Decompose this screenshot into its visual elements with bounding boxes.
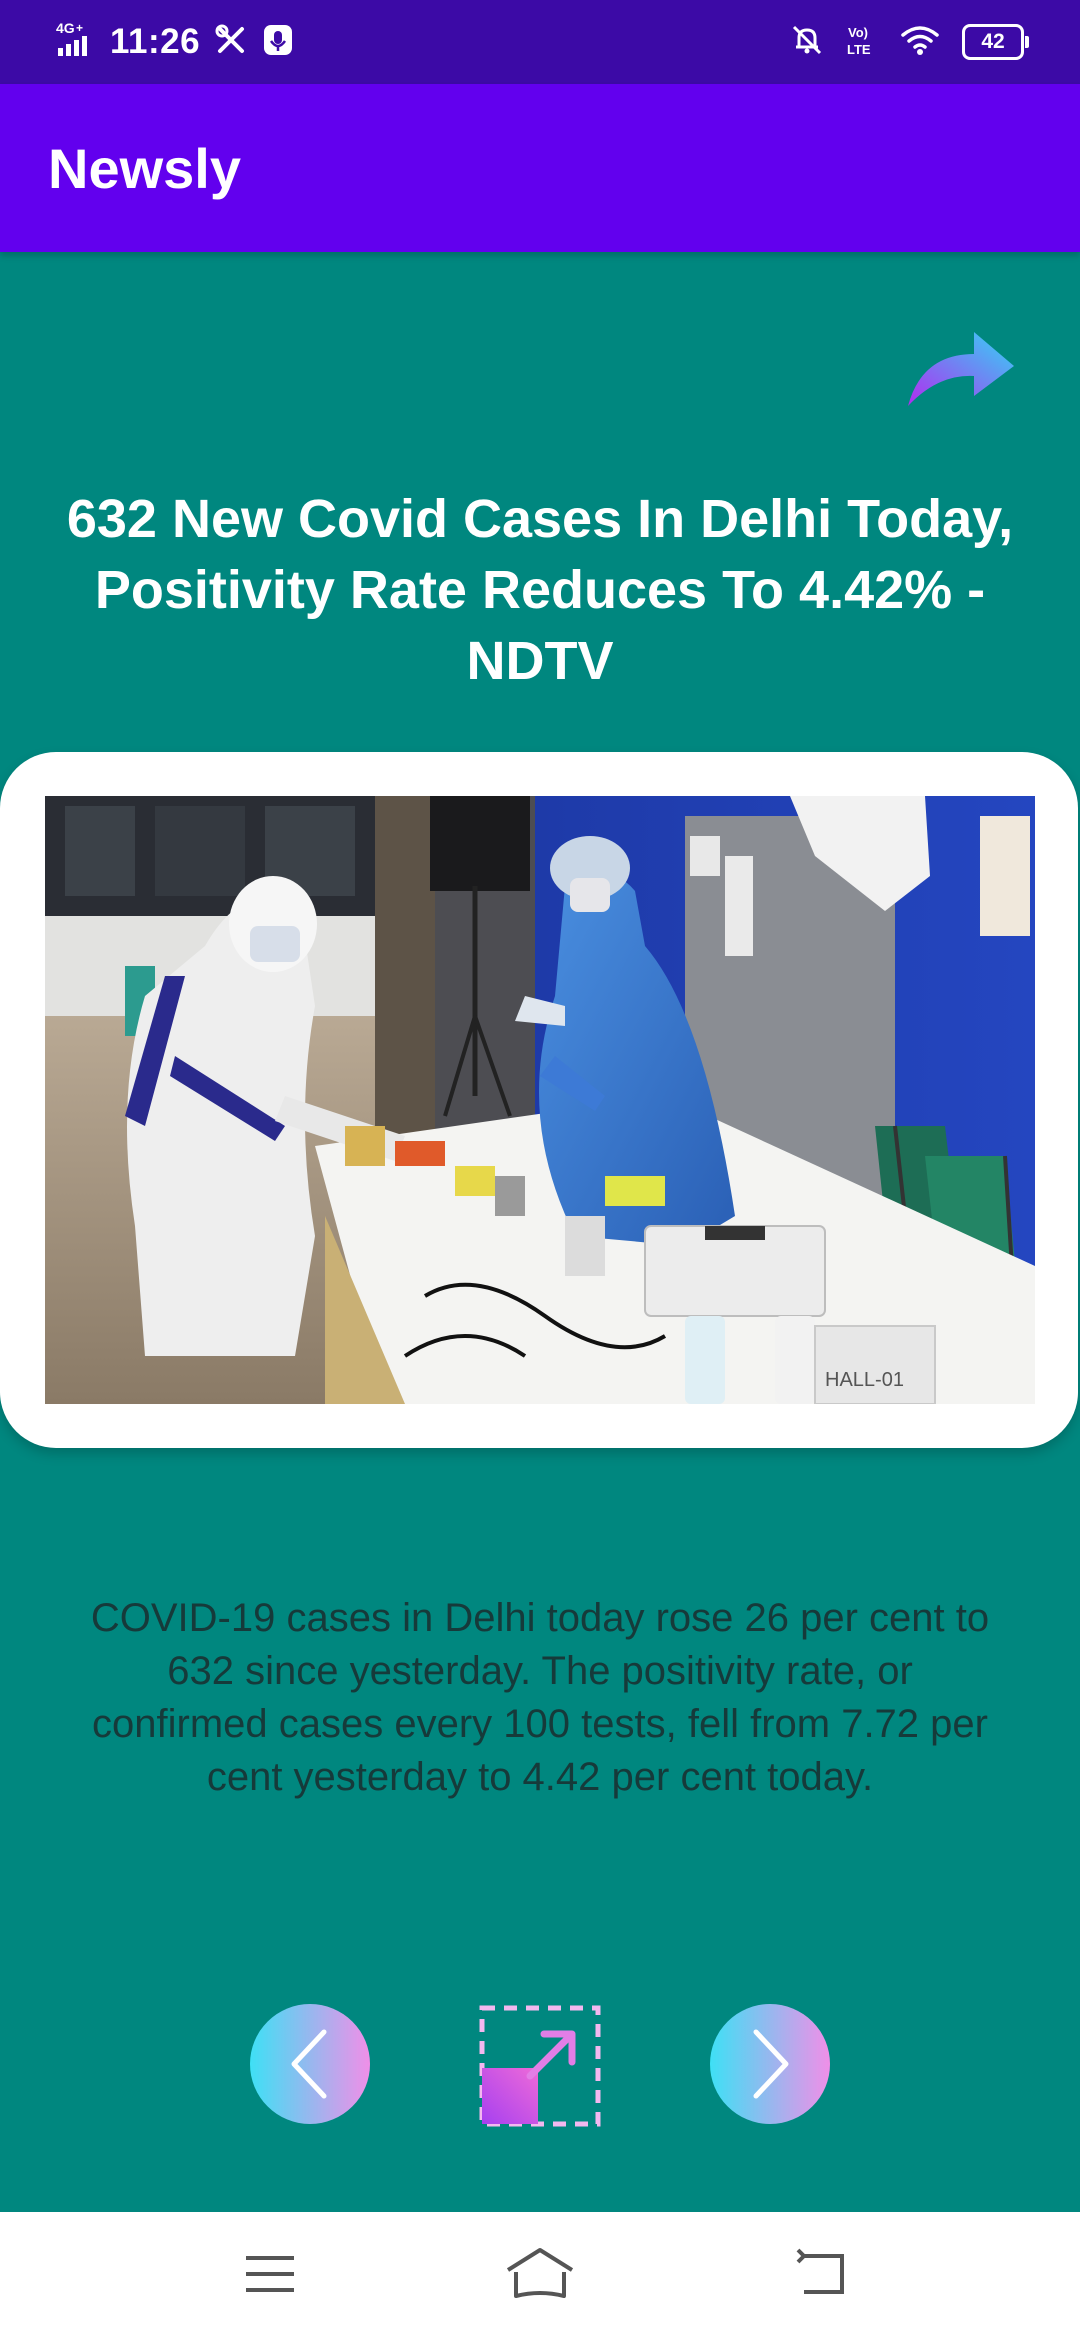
app-title: Newsly <box>48 137 241 200</box>
chevron-right-icon <box>753 2029 789 2099</box>
menu-button[interactable] <box>238 2242 302 2306</box>
home-icon <box>506 2248 574 2298</box>
app-bar: Newsly <box>0 84 1080 252</box>
chevron-left-icon <box>291 2029 327 2099</box>
svg-text:+: + <box>76 21 83 35</box>
previous-button[interactable] <box>250 2004 370 2124</box>
tools-icon <box>214 23 248 61</box>
svg-text:4G: 4G <box>56 20 75 36</box>
status-time: 11:26 <box>110 22 201 61</box>
svg-text:Vo): Vo) <box>848 25 868 40</box>
signal-icon: 4G + <box>56 20 96 64</box>
volte-icon: Vo) LTE <box>846 22 878 62</box>
article-description: COVID-19 cases in Delhi today rose 26 pe… <box>90 1596 990 1799</box>
status-bar: 4G + 11:26 Vo) LTE 42 <box>0 0 1080 84</box>
expand-button[interactable] <box>478 2004 602 2128</box>
svg-text:LTE: LTE <box>847 42 871 57</box>
share-button[interactable] <box>900 324 1020 414</box>
article-image-card: HALL-01 <box>0 752 1078 1448</box>
back-icon <box>796 2248 844 2294</box>
mic-notification-icon <box>262 23 294 61</box>
bell-off-icon <box>790 23 824 61</box>
share-arrow-icon <box>908 332 1014 406</box>
article-image: HALL-01 <box>45 796 1035 1404</box>
system-nav-bar <box>0 2212 1080 2340</box>
article-headline: 632 New Covid Cases In Delhi Today, Posi… <box>66 489 1014 691</box>
home-button[interactable] <box>504 2242 574 2306</box>
image-hall-label: HALL-01 <box>825 1369 904 1391</box>
wifi-icon <box>900 23 940 61</box>
status-right: Vo) LTE 42 <box>790 18 1029 66</box>
next-button[interactable] <box>710 2004 830 2124</box>
battery-icon: 42 <box>962 24 1029 60</box>
expand-icon <box>479 2005 601 2127</box>
back-button[interactable] <box>790 2242 854 2306</box>
menu-icon <box>246 2256 294 2292</box>
status-left: 4G + 11:26 <box>56 18 294 66</box>
screen: 4G + 11:26 Vo) LTE 42 Newsly 632 New Cov… <box>0 0 1080 2340</box>
